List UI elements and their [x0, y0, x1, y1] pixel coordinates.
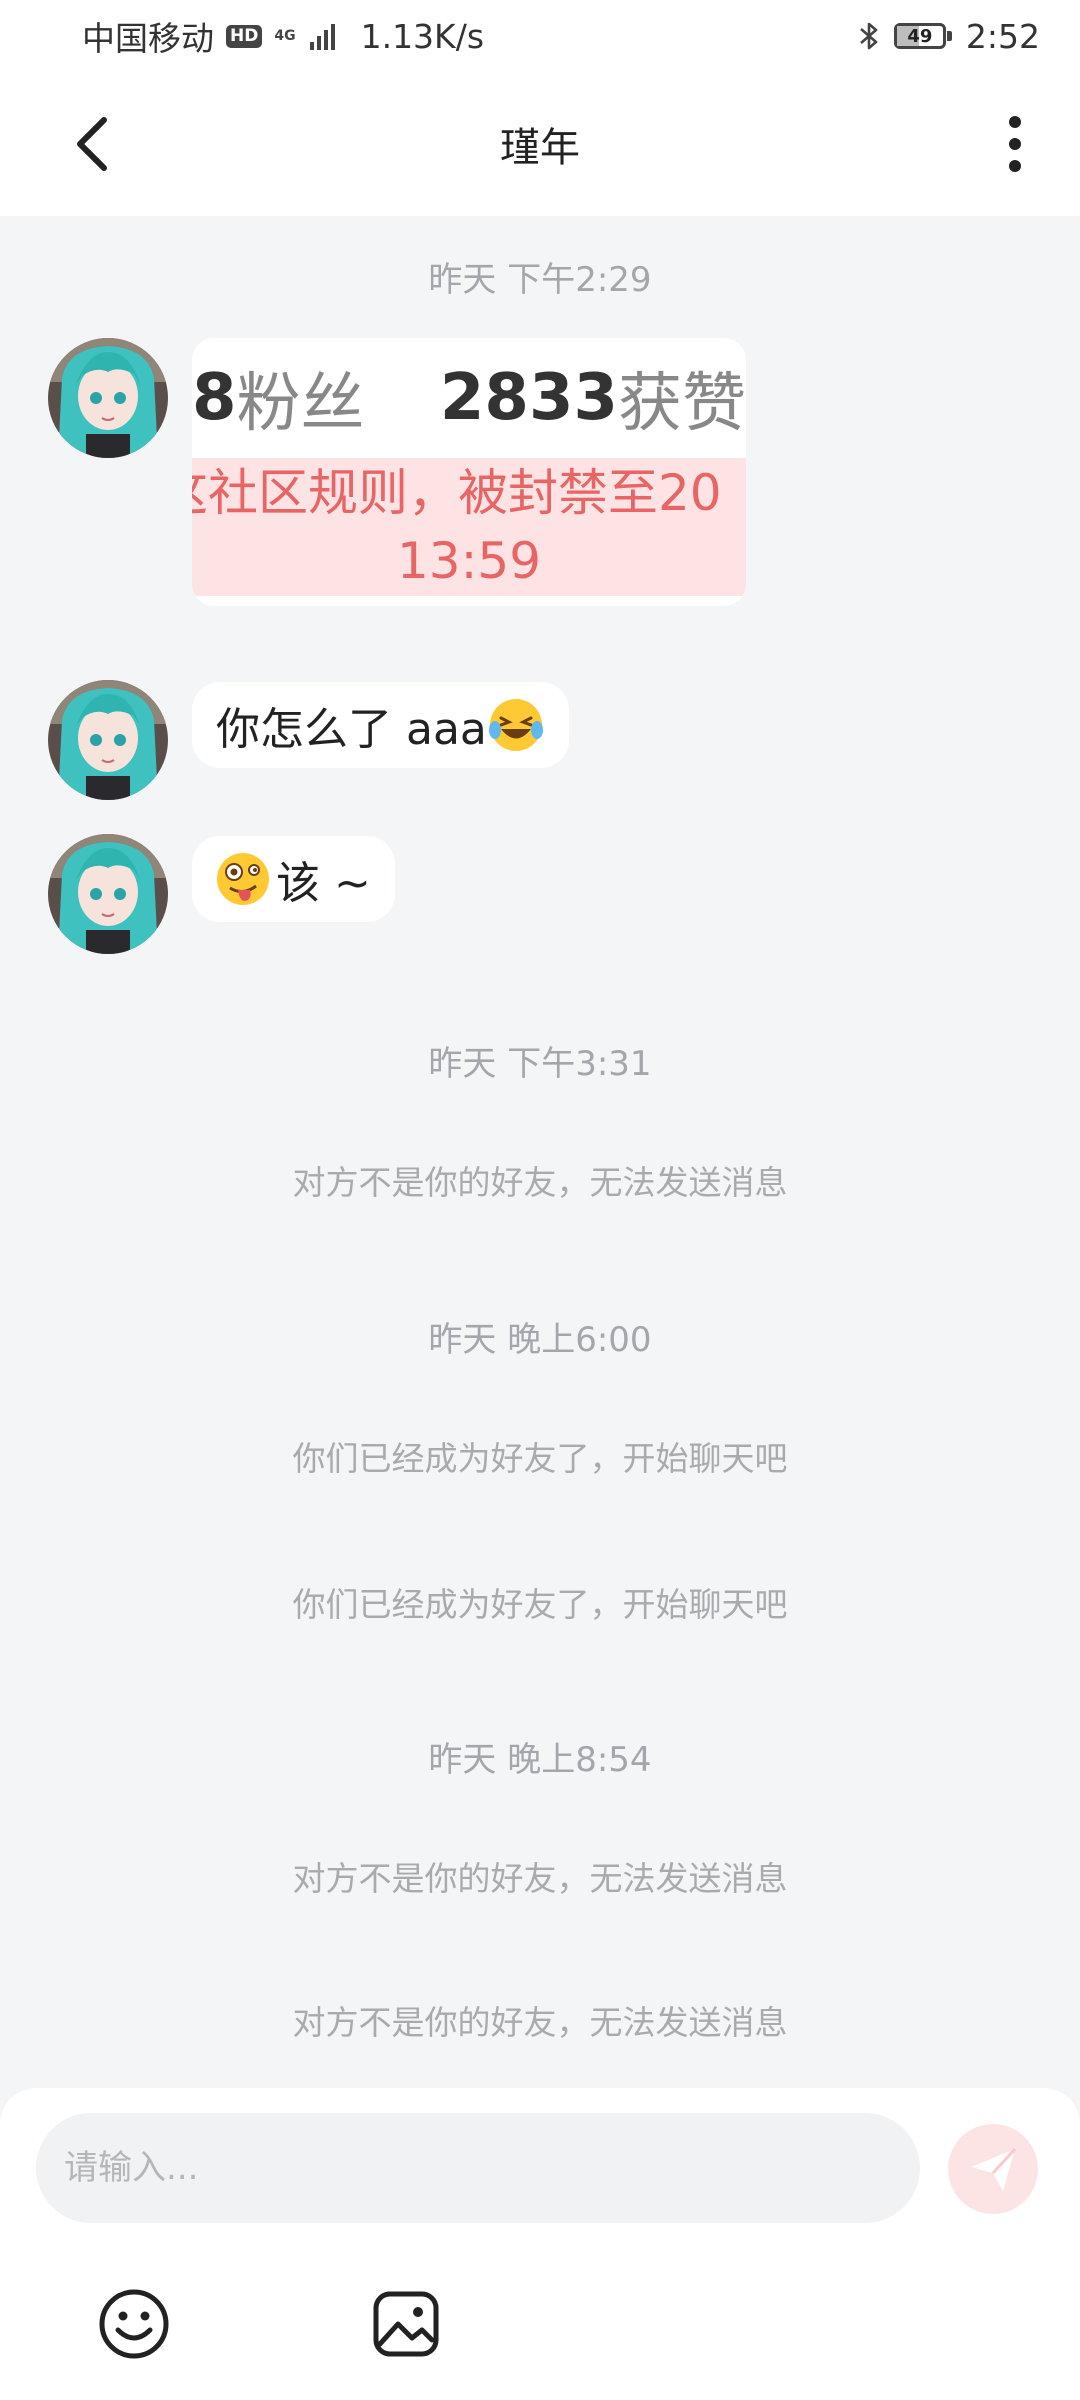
- followers-label: 粉丝: [236, 367, 365, 441]
- battery-level: 49: [907, 25, 933, 47]
- laughing-tears-emoji-icon: [488, 699, 543, 751]
- timestamp: 昨天 下午2:29: [428, 260, 652, 300]
- back-arrow-icon: [77, 117, 107, 171]
- avatar[interactable]: [48, 338, 168, 458]
- bluetooth-icon: [860, 22, 878, 50]
- status-right: 49 2:52: [858, 17, 1040, 56]
- more-vertical-icon: [1009, 116, 1021, 172]
- system-message: 对方不是你的好友，无法发送消息: [292, 2003, 788, 2042]
- message-text: 你怎么了 aaa: [216, 704, 487, 755]
- send-icon: [971, 2147, 1017, 2191]
- message-bubble[interactable]: 你怎么了 aaa: [192, 682, 569, 768]
- send-button[interactable]: [948, 2124, 1038, 2214]
- timestamp: 昨天 下午3:31: [428, 1044, 652, 1084]
- status-bar: 中国移动 HD 4G 1.13K/s 49 2:52: [0, 0, 1080, 72]
- system-message: 对方不是你的好友，无法发送消息: [292, 1859, 788, 1898]
- followers-count: 8: [192, 361, 237, 435]
- status-left: 中国移动 HD 4G 1.13K/s: [82, 12, 484, 60]
- chat-title: 瑾年: [500, 125, 580, 171]
- likes-label: 获赞: [618, 367, 746, 441]
- system-message: 你们已经成为好友了，开始聊天吧: [292, 1439, 788, 1478]
- carrier-name: 中国移动: [82, 19, 214, 58]
- likes-count: 2833: [439, 361, 618, 435]
- system-message: 你们已经成为好友了，开始聊天吧: [292, 1585, 788, 1624]
- clock: 2:52: [965, 16, 1040, 56]
- image-button[interactable]: [366, 2284, 446, 2364]
- ban-notice-line-2: 13:59: [396, 532, 542, 590]
- hd-badge: HD: [226, 24, 263, 48]
- nav-bar: 瑾年: [0, 72, 1080, 216]
- zany-face-emoji-icon: [217, 853, 269, 905]
- network-type: 4G: [274, 28, 296, 44]
- ban-notice-line-1: 这社区规则，被封禁至20: [192, 464, 722, 522]
- message-text: 该 ~: [276, 858, 371, 909]
- ban-notice: 这社区规则，被封禁至20 13:59: [192, 458, 746, 596]
- message-input[interactable]: [36, 2113, 920, 2223]
- smiley-icon: [99, 2289, 169, 2359]
- message-bubble[interactable]: 该 ~: [192, 836, 395, 922]
- timestamp: 昨天 晚上8:54: [428, 1740, 652, 1780]
- image-stats-row: 8 粉丝 2833 获赞: [192, 338, 746, 458]
- system-message: 对方不是你的好友，无法发送消息: [292, 1163, 788, 1202]
- network-speed: 1.13K/s: [360, 16, 485, 56]
- avatar[interactable]: [48, 834, 168, 954]
- back-button[interactable]: [62, 108, 132, 180]
- avatar[interactable]: [48, 680, 168, 800]
- image-icon: [373, 2291, 439, 2357]
- emoji-button[interactable]: [94, 2284, 174, 2364]
- image-message[interactable]: 8 粉丝 2833 获赞 这社区规则，被封禁至20 13:59: [192, 338, 746, 606]
- battery-icon: 49: [893, 23, 952, 49]
- signal-icon: [309, 22, 335, 50]
- timestamp: 昨天 晚上6:00: [428, 1320, 652, 1360]
- input-bar: [0, 2088, 1080, 2400]
- more-options-button[interactable]: [990, 108, 1040, 180]
